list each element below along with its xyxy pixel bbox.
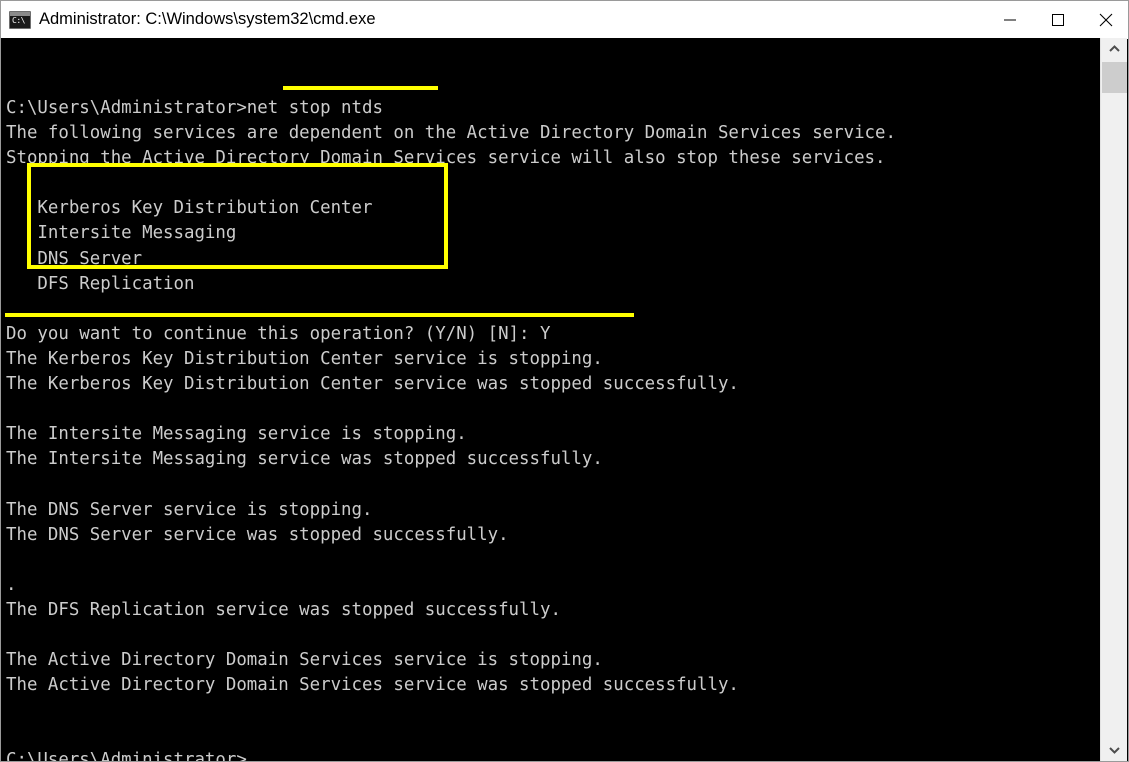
console-line: Intersite Messaging	[6, 223, 237, 244]
minimize-icon	[1004, 19, 1016, 20]
maximize-icon	[1052, 13, 1064, 26]
scroll-up-button[interactable]	[1101, 38, 1127, 60]
console-text: C:\Users\Administrator>net stop ntds The …	[6, 96, 896, 761]
console-line: The Active Directory Domain Services ser…	[6, 650, 603, 671]
scroll-down-button[interactable]	[1101, 739, 1127, 761]
console-line: The DFS Replication service was stopped …	[6, 599, 561, 620]
console-line: .	[6, 574, 17, 595]
cmd-console-icon: C:\	[9, 10, 31, 29]
scrollbar-thumb[interactable]	[1102, 62, 1127, 93]
console-line: DFS Replication	[6, 273, 195, 294]
title-bar[interactable]: C:\ Administrator: C:\Windows\system32\c…	[1, 0, 1128, 39]
close-icon	[1099, 13, 1113, 26]
cmd-window: C:\ Administrator: C:\Windows\system32\c…	[0, 0, 1129, 762]
scroll-down-icon	[1108, 747, 1120, 754]
window-title: Administrator: C:\Windows\system32\cmd.e…	[39, 10, 376, 28]
cmd-icon-prompt-glyph: C:\	[12, 15, 25, 25]
console-line: DNS Server	[6, 248, 143, 269]
console-line: The Intersite Messaging service is stopp…	[6, 424, 467, 445]
annotation-underline-command	[283, 86, 438, 90]
window-controls	[986, 0, 1128, 39]
console-line: The Kerberos Key Distribution Center ser…	[6, 374, 739, 395]
console-line: C:\Users\Administrator>	[6, 750, 247, 761]
console-line: The Active Directory Domain Services ser…	[6, 675, 739, 696]
console-line: C:\Users\Administrator>net stop ntds	[6, 98, 383, 118]
console-line: The Intersite Messaging service was stop…	[6, 449, 603, 470]
console-line: Stopping the Active Directory Domain Ser…	[6, 148, 886, 169]
annotation-underline-confirmation	[5, 313, 634, 317]
vertical-scrollbar[interactable]	[1100, 38, 1127, 761]
maximize-button[interactable]	[1034, 0, 1082, 39]
console-line: Kerberos Key Distribution Center	[6, 198, 373, 219]
close-button[interactable]	[1082, 0, 1128, 39]
minimize-button[interactable]	[986, 0, 1034, 39]
console-line: Do you want to continue this operation? …	[6, 323, 551, 344]
console-line: The DNS Server service is stopping.	[6, 499, 373, 520]
console-line: The DNS Server service was stopped succe…	[6, 524, 509, 545]
terminal-output-area[interactable]: C:\Users\Administrator>net stop ntds The …	[2, 38, 1102, 761]
console-line: The Kerberos Key Distribution Center ser…	[6, 348, 603, 369]
scroll-up-icon	[1108, 45, 1120, 52]
console-line: The following services are dependent on …	[6, 123, 896, 144]
